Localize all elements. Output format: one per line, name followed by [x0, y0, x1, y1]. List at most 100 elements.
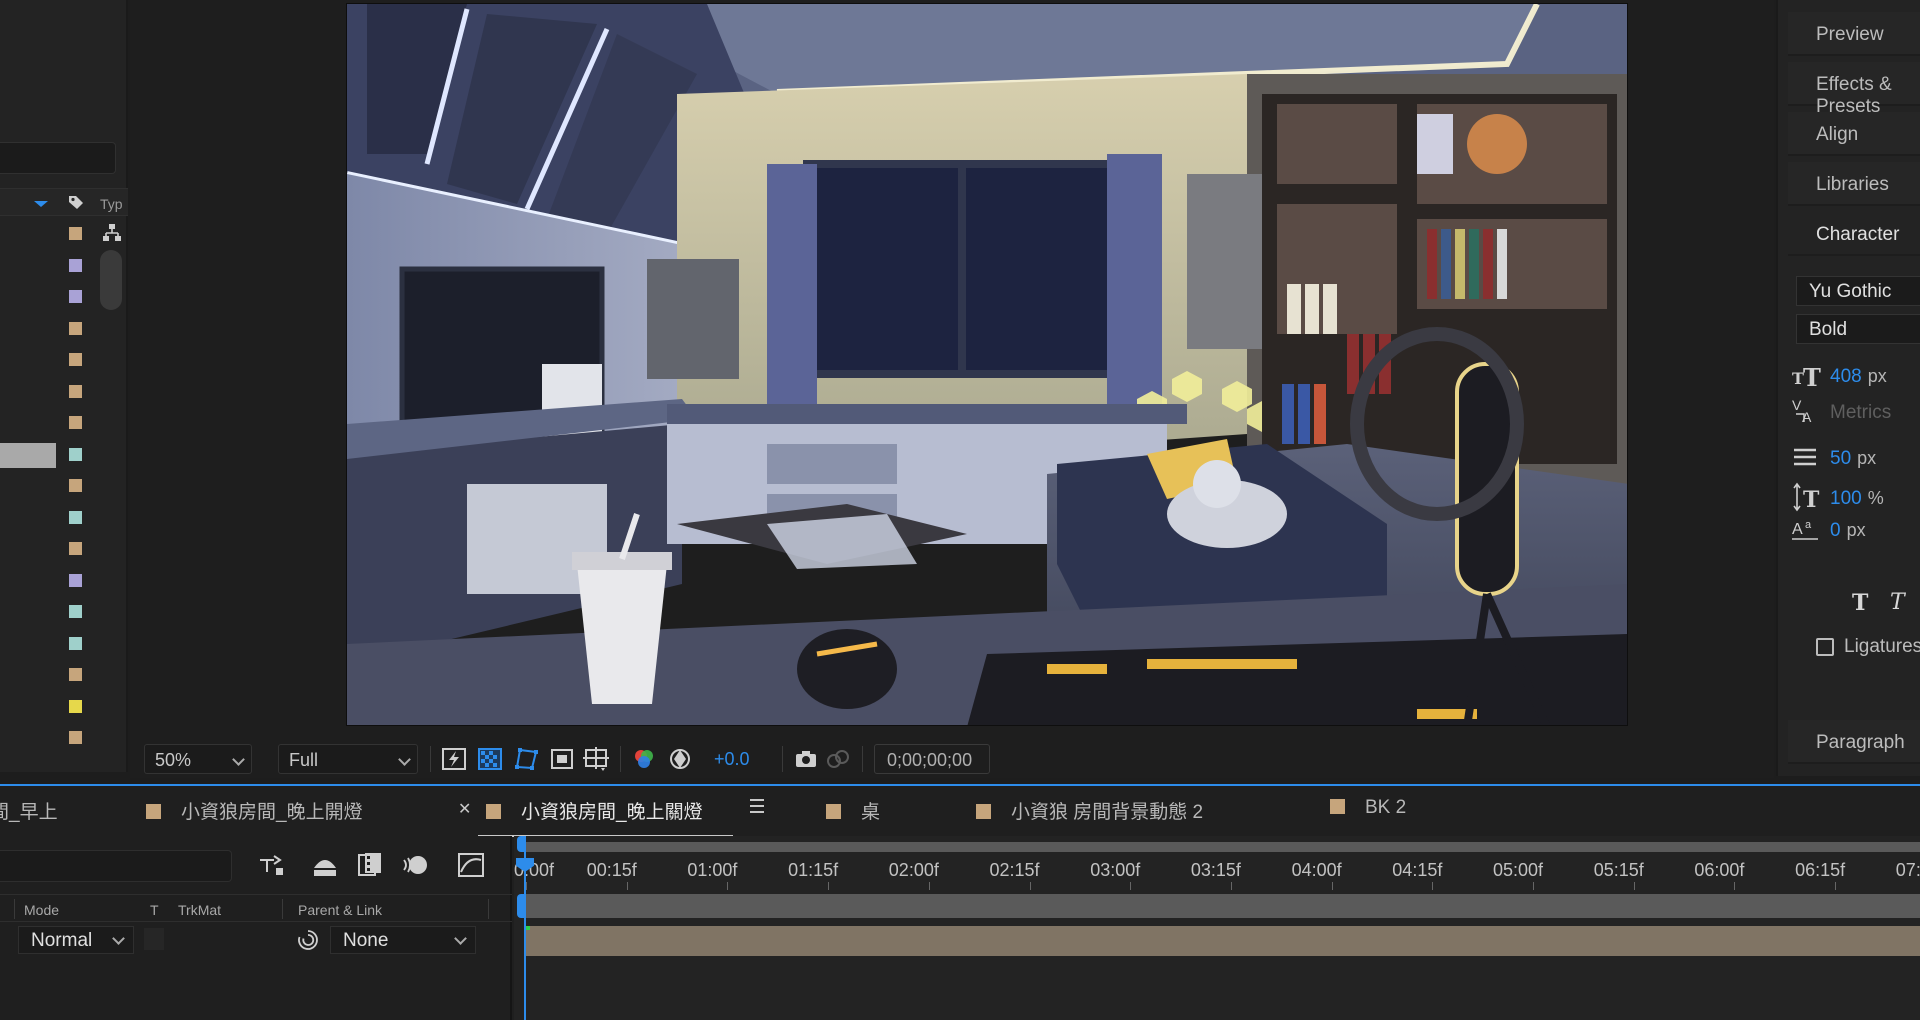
layer-search-input[interactable]	[0, 850, 232, 882]
region-of-interest-icon[interactable]	[548, 746, 576, 772]
project-item-row[interactable]	[0, 218, 100, 250]
work-area-bar[interactable]	[514, 836, 1920, 852]
label-color-swatch[interactable]	[69, 542, 82, 555]
column-trkmat-label[interactable]: TrkMat	[178, 902, 221, 918]
sort-arrow-icon[interactable]	[34, 201, 48, 207]
flowchart-icon[interactable]	[102, 223, 122, 243]
vertical-scale-control[interactable]: T 100%	[1792, 482, 1920, 512]
graph-editor-icon[interactable]	[456, 850, 486, 880]
layer-row[interactable]: Normal None	[0, 926, 512, 956]
tab-paragraph[interactable]: Paragraph	[1788, 720, 1920, 764]
label-color-swatch[interactable]	[69, 636, 82, 650]
project-item-row[interactable]	[0, 376, 100, 408]
tab-menu-icon[interactable]	[750, 799, 764, 813]
comp-duration-bar[interactable]	[526, 894, 1920, 918]
timeline-tab[interactable]: 桌	[826, 797, 880, 829]
font-size-control[interactable]: TT 408 px	[1792, 360, 1920, 390]
label-color-swatch[interactable]	[69, 227, 82, 240]
shy-layers-icon[interactable]	[310, 850, 340, 880]
close-tab-icon[interactable]: ✕	[458, 799, 471, 819]
label-color-swatch[interactable]	[69, 290, 82, 303]
tab-libraries[interactable]: Libraries	[1788, 162, 1920, 206]
timeline-tab[interactable]: BK 2	[1330, 797, 1406, 829]
leading-control[interactable]: 50 px	[1792, 442, 1920, 472]
magnification-dropdown[interactable]: 50%	[144, 744, 252, 774]
label-color-swatch[interactable]	[69, 447, 82, 461]
frame-blending-icon[interactable]	[355, 850, 385, 880]
fast-previews-icon[interactable]	[440, 746, 468, 772]
kerning-control[interactable]: VA Metrics	[1792, 396, 1920, 426]
project-search-input[interactable]	[0, 142, 116, 174]
faux-bold-button[interactable]: T	[1852, 590, 1868, 616]
exposure-value[interactable]: +0.0	[714, 749, 750, 770]
label-color-swatch[interactable]	[69, 731, 82, 744]
label-color-swatch[interactable]	[69, 258, 82, 272]
column-mode-label[interactable]: Mode	[24, 902, 59, 918]
transparency-grid-icon[interactable]	[476, 746, 504, 772]
tab-character[interactable]: Character	[1788, 212, 1920, 256]
baseline-shift-control[interactable]: Aa 0 px	[1792, 514, 1920, 544]
project-item-row[interactable]	[0, 344, 100, 376]
project-item-row[interactable]	[0, 628, 100, 660]
column-parent-label[interactable]: Parent & Link	[298, 902, 382, 918]
reset-exposure-icon[interactable]	[666, 746, 694, 772]
kerning-value[interactable]: Metrics	[1830, 402, 1891, 424]
leading-value[interactable]: 50	[1830, 448, 1851, 469]
timeline-tab[interactable]: 小資狼房間_早上	[0, 797, 58, 829]
label-tag-icon[interactable]	[68, 194, 84, 210]
mask-visibility-icon[interactable]	[512, 746, 540, 772]
resolution-dropdown[interactable]: Full	[278, 744, 418, 774]
project-item-row[interactable]	[0, 533, 100, 565]
playhead-line[interactable]	[524, 848, 526, 1020]
timeline-track-area[interactable]: 0:00f 00:15f 01:00f 01:15f 02:00f 02:15f 03:00…	[514, 836, 1920, 1020]
label-color-swatch[interactable]	[69, 353, 82, 366]
time-ruler[interactable]: 0:00f 00:15f 01:00f 01:15f 02:00f 02:15f 03:00…	[514, 852, 1920, 890]
project-item-row[interactable]	[0, 470, 100, 502]
label-color-swatch[interactable]	[69, 416, 82, 429]
font-size-value[interactable]: 408	[1830, 366, 1862, 387]
timeline-tab[interactable]: 小資狼 房間背景動態 2	[976, 797, 1203, 829]
baseline-shift-value[interactable]: 0	[1830, 520, 1841, 541]
project-item-row[interactable]	[0, 502, 100, 534]
project-item-row[interactable]	[0, 313, 100, 345]
label-color-swatch[interactable]	[69, 573, 82, 587]
project-item-row[interactable]	[0, 407, 100, 439]
label-color-swatch[interactable]	[69, 384, 82, 398]
blend-mode-dropdown[interactable]: Normal	[18, 926, 134, 954]
label-color-swatch[interactable]	[69, 699, 82, 713]
font-style-dropdown[interactable]: Bold	[1796, 314, 1920, 344]
label-color-swatch[interactable]	[69, 321, 82, 335]
color-channels-icon[interactable]	[630, 746, 658, 772]
project-item-row[interactable]	[0, 691, 100, 723]
composition-canvas[interactable]	[346, 3, 1628, 726]
timeline-tab-active[interactable]: 小資狼房間_晚上關燈	[478, 797, 733, 837]
timeline-tab[interactable]: 小資狼房間_晚上開燈	[146, 797, 363, 829]
project-item-row[interactable]	[0, 281, 100, 313]
track-matte-dropdown[interactable]	[144, 928, 164, 950]
label-color-swatch[interactable]	[69, 668, 82, 681]
project-item-row[interactable]	[0, 659, 100, 691]
column-t-label[interactable]: T	[150, 902, 159, 918]
project-item-row[interactable]	[0, 250, 100, 282]
snapshot-camera-icon[interactable]	[792, 746, 820, 772]
project-scrollbar[interactable]	[100, 250, 122, 310]
label-color-swatch[interactable]	[69, 510, 82, 524]
tab-preview[interactable]: Preview	[1788, 12, 1920, 56]
motion-blur-icon[interactable]	[400, 850, 430, 880]
show-snapshot-icon[interactable]	[824, 746, 852, 772]
column-type-label[interactable]: Typ	[100, 196, 123, 212]
vertical-scale-value[interactable]: 100	[1830, 488, 1862, 509]
guides-grid-icon[interactable]	[582, 746, 610, 772]
label-color-swatch[interactable]	[69, 479, 82, 492]
project-item-row[interactable]	[0, 565, 100, 597]
tab-align[interactable]: Align	[1788, 112, 1920, 156]
ligatures-checkbox[interactable]	[1816, 638, 1834, 656]
tab-effects-presets[interactable]: Effects & Presets	[1788, 62, 1920, 117]
project-item-row[interactable]	[0, 596, 100, 628]
layer-duration-bar[interactable]	[526, 926, 1920, 956]
composition-flowchart-icon[interactable]	[256, 850, 286, 880]
current-time-display[interactable]: 0;00;00;00	[874, 744, 990, 774]
label-color-swatch[interactable]	[69, 605, 82, 618]
project-item-row[interactable]	[0, 722, 100, 754]
parent-dropdown[interactable]: None	[330, 926, 476, 954]
